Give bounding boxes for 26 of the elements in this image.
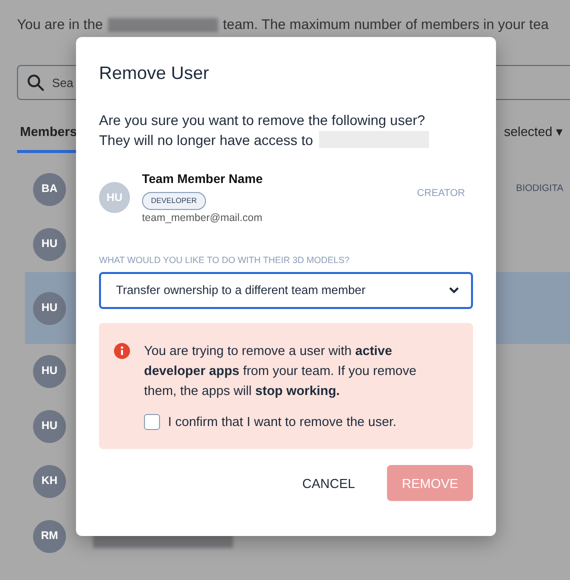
avatar: HU <box>99 182 130 214</box>
cancel-button[interactable]: CANCEL <box>302 474 355 494</box>
warning-text: You are trying to remove a user with active developer apps from your team. If you remove them, the apps will stop working. <box>144 342 418 400</box>
org-text: BIODIGITA <box>516 182 564 196</box>
intro-text: You are in the <box>17 15 103 34</box>
checkbox-label: I confirm that I want to remove the user. <box>168 412 396 431</box>
avatar: BA <box>33 173 66 206</box>
avatar: HU <box>33 228 66 261</box>
chevron-down-icon <box>449 286 459 294</box>
avatar: HU <box>33 410 66 443</box>
filter-dropdown[interactable]: selected ▾ <box>504 122 565 142</box>
avatar: RM <box>33 520 66 553</box>
avatar: HU <box>33 355 66 388</box>
user-name: Team Member Name <box>142 170 263 188</box>
intro-text: team. The maximum number of members in your tea <box>222 15 549 34</box>
field-label: WHAT WOULD YOU LIKE TO DO WITH THEIR 3D MODELS? <box>99 254 351 268</box>
dialog-title: Remove User <box>99 63 210 85</box>
info-icon <box>114 342 130 359</box>
avatar: KH <box>33 465 66 498</box>
dialog-message: Are you sure you want to remove the following user? <box>99 110 426 130</box>
confirm-checkbox[interactable] <box>144 414 160 430</box>
models-select[interactable]: Transfer ownership to a different team member <box>99 272 473 309</box>
user-email: team_member@mail.com <box>142 210 263 226</box>
dialog-message: They will no longer have access to <box>99 130 313 150</box>
user-role: CREATOR <box>417 187 465 202</box>
avatar: HU <box>33 292 66 324</box>
